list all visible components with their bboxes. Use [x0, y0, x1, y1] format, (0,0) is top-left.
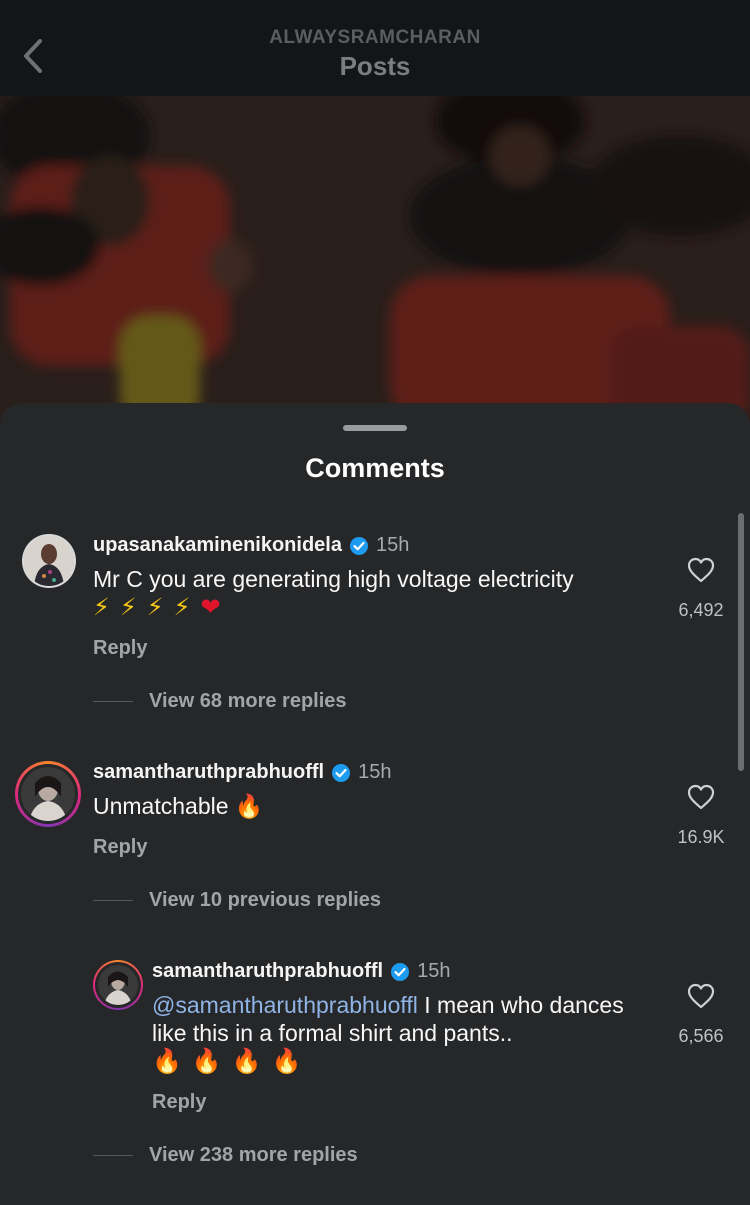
comment-text: Unmatchable 🔥	[93, 793, 264, 819]
reply-button[interactable]: Reply	[93, 637, 147, 660]
comments-sheet: Comments upasanakaminenikonidela 15h Mr …	[0, 403, 750, 1205]
comment-timestamp: 15h	[358, 761, 392, 783]
like-count: 6,566	[678, 1026, 724, 1046]
emoji: 🔥	[231, 1048, 262, 1075]
emoji: ⚡	[146, 594, 164, 621]
mention-link[interactable]: @samantharuthprabhuoffl	[152, 992, 418, 1018]
comment-header: upasanakaminenikonidela 15h	[93, 534, 409, 557]
view-replies-label: View 68 more replies	[149, 690, 347, 712]
comments-title: Comments	[305, 453, 445, 483]
reply-button[interactable]: Reply	[93, 836, 147, 859]
like-button[interactable]	[686, 982, 716, 1010]
view-replies-button[interactable]: View 68 more replies	[93, 690, 347, 713]
verified-badge-icon	[349, 536, 369, 556]
heart-outline-icon	[687, 784, 715, 810]
like-button[interactable]	[686, 783, 716, 811]
comment-text: Mr C you are generating high voltage ele…	[93, 566, 574, 592]
comment-timestamp: 15h	[375, 534, 410, 556]
like-button[interactable]	[686, 556, 716, 584]
avatar-image	[24, 536, 74, 586]
comment-header: samantharuthprabhuoffl 15h	[93, 761, 392, 784]
reply-button[interactable]: Reply	[152, 1091, 206, 1114]
emoji: 🔥	[271, 1048, 302, 1075]
heart-outline-icon	[687, 983, 715, 1009]
avatar[interactable]	[22, 534, 76, 588]
reply-timestamp: 15h	[417, 960, 451, 982]
comment-emojis: ⚡ ⚡ ⚡ ⚡ ❤	[93, 593, 221, 623]
sheet-drag-handle[interactable]	[343, 425, 407, 431]
like-count: 16.9K	[677, 827, 725, 847]
view-replies-label: View 238 more replies	[149, 1144, 358, 1166]
reply-username[interactable]: samantharuthprabhuoffl	[152, 960, 383, 983]
divider	[93, 900, 133, 901]
avatar[interactable]	[15, 761, 81, 827]
heart-outline-icon	[687, 557, 715, 583]
emoji: ❤	[200, 594, 221, 621]
reply-emojis: 🔥 🔥 🔥 🔥	[152, 1047, 302, 1077]
like-count: 6,492	[678, 600, 724, 620]
verified-badge-icon	[331, 763, 351, 783]
comment-username[interactable]: upasanakaminenikonidela	[93, 534, 342, 557]
emoji: ⚡	[93, 594, 110, 621]
divider	[93, 701, 133, 702]
account-name: ALWAYSRAMCHARAN	[269, 27, 481, 48]
comment-username[interactable]: samantharuthprabhuoffl	[93, 761, 324, 784]
view-replies-label: View 10 previous replies	[149, 889, 381, 911]
view-replies-button[interactable]: View 10 previous replies	[93, 889, 381, 912]
avatar[interactable]	[93, 960, 143, 1010]
verified-badge-icon	[390, 962, 410, 982]
emoji: ⚡	[173, 594, 191, 621]
reply-text: @samantharuthprabhuoffl I mean who dance…	[152, 991, 657, 1047]
avatar-image	[98, 965, 138, 1005]
divider	[93, 1155, 133, 1156]
reply-header: samantharuthprabhuoffl 15h	[152, 960, 451, 983]
scrollbar[interactable]	[738, 513, 744, 771]
top-bar: ALWAYSRAMCHARAN Posts	[0, 0, 750, 96]
emoji: 🔥	[152, 1048, 182, 1075]
page-title: Posts	[339, 51, 411, 81]
emoji: ⚡	[119, 594, 137, 621]
avatar-image	[21, 767, 75, 821]
post-video-thumbnail[interactable]	[0, 96, 750, 426]
emoji: 🔥	[191, 1048, 222, 1075]
view-more-replies-button[interactable]: View 238 more replies	[93, 1144, 358, 1167]
